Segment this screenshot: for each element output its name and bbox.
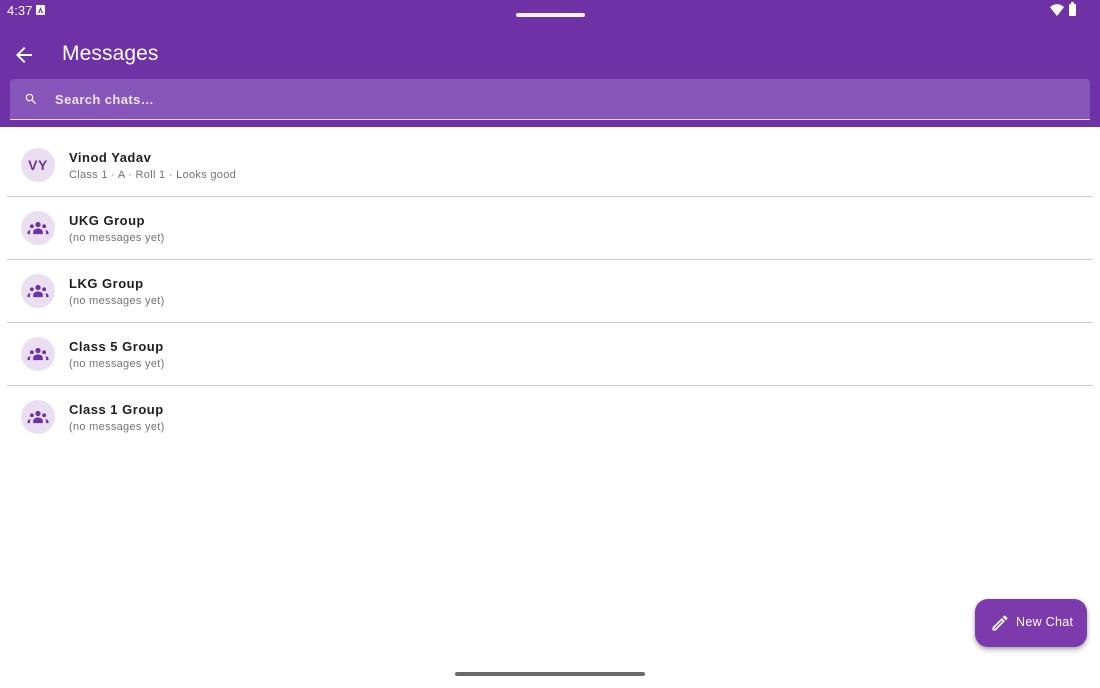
- wifi-icon: [1050, 4, 1064, 16]
- chat-item-vinod-yadav[interactable]: VY Vinod Yadav Class 1 · A · Roll 1 · Lo…: [7, 134, 1093, 197]
- group-icon: [27, 410, 49, 424]
- battery-icon: [1069, 2, 1076, 16]
- chat-name: Class 5 Group: [69, 339, 164, 354]
- search-input[interactable]: [55, 79, 1075, 119]
- chat-name: LKG Group: [69, 276, 144, 291]
- chat-preview: (no messages yet): [69, 232, 165, 244]
- chat-preview: Class 1 · A · Roll 1 · Looks good: [69, 169, 237, 181]
- group-icon: [27, 284, 49, 298]
- avatar: [21, 274, 55, 308]
- chat-name: Class 1 Group: [69, 402, 164, 417]
- avatar: VY: [21, 148, 55, 182]
- chat-preview: (no messages yet): [69, 358, 165, 370]
- chat-item-class-1-group[interactable]: Class 1 Group (no messages yet): [7, 386, 1093, 449]
- avatar: [21, 211, 55, 245]
- navigation-handle-bar[interactable]: [455, 672, 645, 676]
- notification-a-icon: [36, 5, 45, 15]
- search-icon: [25, 93, 36, 104]
- group-icon: [27, 221, 49, 235]
- top-handle-bar: [516, 13, 585, 17]
- chat-preview: (no messages yet): [69, 421, 165, 433]
- status-time: 4:37: [7, 3, 33, 18]
- group-icon: [27, 347, 49, 361]
- chat-item-class-5-group[interactable]: Class 5 Group (no messages yet): [7, 323, 1093, 386]
- chat-name: Vinod Yadav: [69, 150, 152, 165]
- chat-item-ukg-group[interactable]: UKG Group (no messages yet): [7, 197, 1093, 260]
- arrow-back-icon[interactable]: [12, 43, 36, 67]
- avatar: [21, 400, 55, 434]
- chat-preview: (no messages yet): [69, 295, 165, 307]
- search-bar[interactable]: [10, 79, 1090, 120]
- chat-name: UKG Group: [69, 213, 145, 228]
- new-chat-button[interactable]: New Chat: [975, 599, 1087, 647]
- avatar-initials: VY: [28, 157, 48, 173]
- chat-item-lkg-group[interactable]: LKG Group (no messages yet): [7, 260, 1093, 323]
- messages-screen: 4:37 Messages VY Vinod Yadav Class 1 · A…: [0, 0, 1100, 688]
- app-bar: 4:37 Messages: [0, 0, 1100, 127]
- edit-pencil-icon: [992, 615, 1008, 631]
- chat-list: VY Vinod Yadav Class 1 · A · Roll 1 · Lo…: [7, 134, 1093, 449]
- avatar: [21, 337, 55, 371]
- page-title: Messages: [62, 42, 159, 65]
- status-bar: 4:37: [0, 0, 1100, 22]
- new-chat-label: New Chat: [1016, 615, 1074, 629]
